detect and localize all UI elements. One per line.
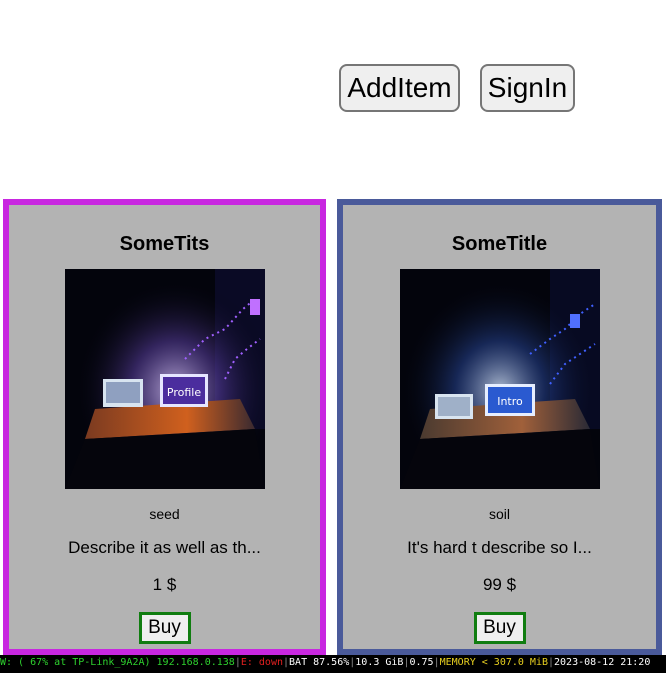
product-title: SomeTits: [119, 233, 210, 255]
desk-photo: Profile: [64, 269, 265, 489]
battery-status: BAT 87.56%: [289, 657, 350, 668]
datetime-status: 2023-08-12 21:20: [554, 657, 651, 668]
product-image: Intro: [399, 269, 600, 489]
desk-photo: Intro: [399, 269, 600, 489]
ethernet-status: E: down: [240, 657, 283, 668]
product-card: SomeTits Profile seed Describe it as wel…: [3, 199, 326, 655]
product-description: It's hard t describe so I...: [407, 538, 592, 557]
product-category: soil: [488, 506, 510, 522]
product-price: 1 $: [152, 575, 177, 594]
screen-text: Intro: [497, 395, 523, 408]
product-title: SomeTitle: [451, 233, 548, 255]
disk-status: 10.3 GiB: [355, 657, 404, 668]
product-category: seed: [149, 506, 180, 522]
add-item-button[interactable]: AddItem: [339, 64, 460, 112]
load-status: 0.75: [409, 657, 434, 668]
product-image: Profile: [64, 269, 265, 489]
product-card: SomeTitle Intro soil It's hard t describ…: [337, 199, 662, 655]
system-status-bar: W: ( 67% at TP-Link_9A2A) 192.168.0.138|…: [0, 655, 666, 673]
sign-in-button[interactable]: SignIn: [480, 64, 575, 112]
memory-status: MEMORY < 307.0 MiB: [439, 657, 548, 668]
screen-text: Profile: [166, 386, 200, 399]
buy-button[interactable]: Buy: [473, 612, 526, 644]
wifi-status: W: ( 67% at TP-Link_9A2A) 192.168.0.138: [0, 657, 235, 668]
page: AddItem SignIn SomeTits Profile seed Des…: [0, 0, 666, 673]
product-price: 99 $: [482, 575, 517, 594]
product-description: Describe it as well as th...: [68, 538, 261, 557]
buy-button[interactable]: Buy: [138, 612, 191, 644]
